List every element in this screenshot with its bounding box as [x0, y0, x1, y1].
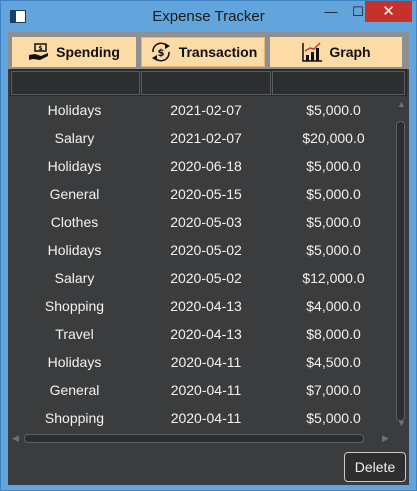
bar-chart-icon — [302, 42, 323, 62]
cell-date: 2020-04-11 — [170, 382, 242, 398]
table-row[interactable]: Holidays 2021-02-07 $5,000.0 — [10, 96, 393, 124]
cell-category: Shopping — [44, 410, 105, 426]
cell-date: 2020-06-18 — [170, 158, 242, 174]
cell-amount: $5,000.0 — [306, 410, 361, 426]
cell-date: 2020-04-13 — [170, 326, 242, 342]
table-row[interactable]: Travel 2020-04-13 $8,000.0 — [10, 320, 393, 348]
tab-label: Transaction — [178, 44, 258, 60]
app-window: Expense Tracker — ☐ ✕ $ Spending $ Trans… — [0, 0, 417, 491]
cell-date: 2021-02-07 — [170, 130, 242, 146]
cell-date: 2020-05-15 — [170, 186, 242, 202]
cell-date: 2021-02-07 — [170, 102, 242, 118]
cell-category: Salary — [54, 270, 95, 286]
table-row[interactable]: Shopping 2020-04-11 $5,000.0 — [10, 404, 393, 432]
minimize-button[interactable]: — — [317, 1, 345, 23]
cell-category: Holidays — [47, 158, 102, 174]
cell-category: Clothes — [50, 214, 99, 230]
cell-category: Shopping — [44, 298, 105, 314]
cell-date: 2020-04-11 — [170, 410, 242, 426]
table-row[interactable]: Holidays 2020-05-02 $5,000.0 — [10, 236, 393, 264]
cell-category: Holidays — [47, 102, 102, 118]
table-row[interactable]: General 2020-04-11 $7,000.0 — [10, 376, 393, 404]
horizontal-scroll-thumb[interactable] — [24, 434, 364, 443]
cell-category: Salary — [54, 130, 95, 146]
table-row[interactable]: Shopping 2020-04-13 $4,000.0 — [10, 292, 393, 320]
cell-category: Holidays — [47, 354, 102, 370]
hand-money-icon: $ — [29, 43, 49, 60]
cell-amount: $5,000.0 — [306, 214, 361, 230]
svg-text:$: $ — [157, 48, 164, 59]
table-header — [10, 69, 407, 96]
transaction-table-body: Holidays 2021-02-07 $5,000.0 Salary 2021… — [10, 96, 393, 432]
table-row[interactable]: Salary 2021-02-07 $20,000.0 — [10, 124, 393, 152]
table-row[interactable]: Holidays 2020-04-11 $4,500.0 — [10, 348, 393, 376]
cell-amount: $5,000.0 — [306, 242, 361, 258]
cell-date: 2020-04-11 — [170, 354, 242, 370]
cell-category: General — [49, 382, 100, 398]
title-bar[interactable]: Expense Tracker — ☐ ✕ — [1, 1, 416, 33]
close-button[interactable]: ✕ — [365, 1, 412, 22]
column-header-date[interactable] — [141, 71, 271, 95]
cell-date: 2020-05-02 — [170, 242, 242, 258]
vertical-scrollbar[interactable]: ▲ ▼ — [394, 97, 407, 431]
table-row[interactable]: General 2020-05-15 $5,000.0 — [10, 180, 393, 208]
column-header-amount[interactable] — [272, 71, 405, 95]
cell-amount: $4,000.0 — [306, 298, 361, 314]
column-header-category[interactable] — [11, 71, 140, 95]
delete-button[interactable]: Delete — [344, 452, 406, 482]
vertical-scroll-thumb[interactable] — [396, 121, 405, 421]
exchange-dollar-icon: $ — [151, 42, 170, 62]
cell-amount: $4,500.0 — [306, 354, 361, 370]
cell-amount: $5,000.0 — [306, 186, 361, 202]
svg-text:$: $ — [39, 45, 43, 52]
tab-graph[interactable]: Graph — [270, 37, 402, 67]
table-row[interactable]: Holidays 2020-06-18 $5,000.0 — [10, 152, 393, 180]
cell-category: General — [49, 186, 100, 202]
tab-label: Graph — [329, 44, 371, 60]
cell-category: Travel — [55, 326, 94, 342]
main-content: $ Spending $ Transaction Graph Holidays … — [8, 32, 409, 485]
tab-spending[interactable]: $ Spending — [12, 37, 136, 67]
scroll-right-icon[interactable]: ▶ — [382, 434, 389, 443]
cell-amount: $7,000.0 — [306, 382, 361, 398]
tab-label: Spending — [56, 44, 120, 60]
tab-bar: $ Spending $ Transaction Graph — [8, 32, 409, 69]
horizontal-scrollbar[interactable]: ◀ ▶ — [10, 432, 394, 445]
cell-amount: $20,000.0 — [302, 130, 365, 146]
cell-amount: $5,000.0 — [306, 158, 361, 174]
cell-amount: $5,000.0 — [306, 102, 361, 118]
cell-amount: $12,000.0 — [302, 270, 365, 286]
scroll-up-icon[interactable]: ▲ — [397, 100, 406, 109]
cell-amount: $8,000.0 — [306, 326, 361, 342]
cell-date: 2020-05-02 — [170, 270, 242, 286]
tab-transaction[interactable]: $ Transaction — [141, 37, 265, 67]
scroll-left-icon[interactable]: ◀ — [12, 434, 19, 443]
table-row[interactable]: Salary 2020-05-02 $12,000.0 — [10, 264, 393, 292]
cell-category: Holidays — [47, 242, 102, 258]
scroll-down-icon[interactable]: ▼ — [397, 419, 406, 428]
table-row[interactable]: Clothes 2020-05-03 $5,000.0 — [10, 208, 393, 236]
cell-date: 2020-05-03 — [170, 214, 242, 230]
cell-date: 2020-04-13 — [170, 298, 242, 314]
